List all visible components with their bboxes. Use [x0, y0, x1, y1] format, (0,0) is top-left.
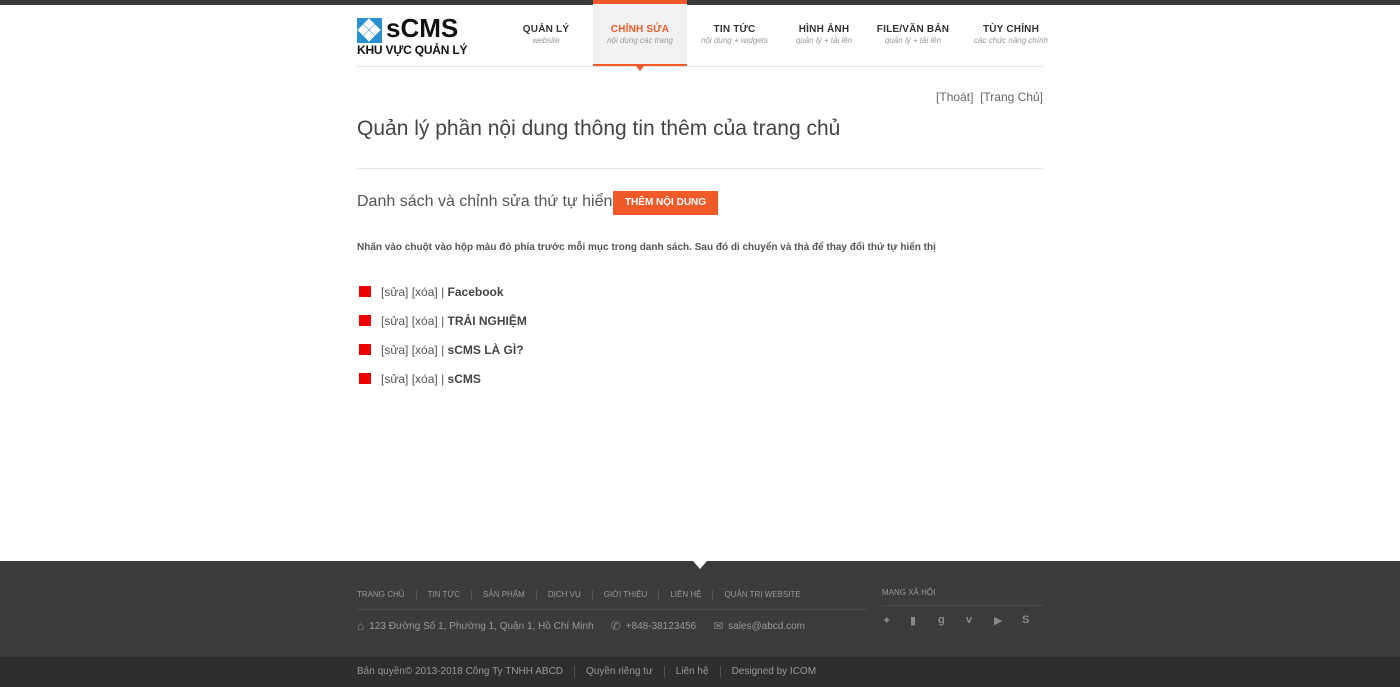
delete-link[interactable]: [xóa] [412, 372, 438, 386]
item-name: sCMS [447, 372, 481, 386]
item-name: TRẢI NGHIỆM [447, 314, 527, 328]
copyright-text: Bản quyền© 2013-2018 Công Ty TNHH ABCD [357, 666, 564, 677]
footer-link-trang-chu[interactable]: TRANG CHỦ [357, 590, 416, 599]
mail-icon: ✉ [713, 619, 724, 633]
list-item: [sửa] [xóa] | TRẢI NGHIỆM [357, 312, 527, 341]
social-divider [882, 605, 1043, 606]
home-link[interactable]: [Trang Chủ] [980, 90, 1043, 104]
divider [357, 168, 1043, 169]
copyright-bar: Bản quyền© 2013-2018 Công Ty TNHH ABCD Q… [357, 666, 827, 677]
privacy-link[interactable]: Quyền riêng tư [574, 666, 664, 677]
footer-nav: TRANG CHỦ TIN TỨC SẢN PHẨM DỊCH VỤ GIỚI … [357, 590, 812, 599]
separator: | [441, 285, 445, 299]
separator: | [441, 314, 445, 328]
home-icon: ⌂ [357, 619, 365, 633]
footer-link-san-pham[interactable]: SẢN PHẨM [471, 590, 536, 599]
footer-link-tin-tuc[interactable]: TIN TỨC [415, 590, 471, 599]
delete-link[interactable]: [xóa] [412, 343, 438, 357]
instruction-text: Nhấn vào chuột vào hộp màu đỏ phía trước… [357, 242, 936, 253]
footer-link-gioi-thieu[interactable]: GIỚI THIỆU [591, 590, 659, 599]
logout-link[interactable]: [Thoát] [936, 90, 973, 104]
phone-text: +848-38123456 [625, 620, 697, 632]
footer-notch [693, 561, 707, 569]
section-title: Danh sách và chỉnh sửa thứ tự hiển thị [357, 193, 634, 210]
facebook-icon[interactable]: ▮ [910, 614, 938, 627]
twitter-icon[interactable]: ✦ [882, 614, 910, 627]
footer-divider [357, 609, 868, 610]
separator: | [441, 372, 445, 386]
drag-handle[interactable] [359, 373, 371, 384]
footer-link-dich-vu[interactable]: DỊCH VỤ [535, 590, 592, 599]
edit-link[interactable]: [sửa] [381, 314, 408, 328]
contact-link[interactable]: Liên hệ [663, 666, 720, 677]
item-name: sCMS LÀ GÌ? [447, 343, 524, 357]
main-content: [Thoát] [Trang Chủ] Quản lý phần nội dun… [357, 0, 1043, 560]
skype-icon[interactable]: S [1022, 614, 1050, 627]
google-plus-icon[interactable]: g [938, 614, 966, 627]
list-item: [sửa] [xóa] | sCMS LÀ GÌ? [357, 341, 527, 370]
social-icons: ✦ ▮ g v ▶ S [882, 614, 1050, 627]
footer-contact: ⌂ 123 Đường Số 1, Phường 1, Quận 1, Hồ C… [357, 619, 822, 633]
email-text[interactable]: sales@abcd.com [728, 621, 805, 632]
address-text: 123 Đường Số 1, Phường 1, Quận 1, Hồ Chí… [369, 620, 594, 632]
social-title: MẠNG XÃ HỘI [882, 588, 936, 597]
add-content-button[interactable]: THÊM NỘI DUNG [613, 191, 718, 215]
content-list: [sửa] [xóa] | Facebook [sửa] [xóa] | TRẢ… [357, 283, 527, 399]
phone-icon: ✆ [610, 619, 621, 633]
footer-link-quan-tri[interactable]: QUẢN TRỊ WEBSITE [712, 590, 811, 599]
edit-link[interactable]: [sửa] [381, 372, 408, 386]
list-item: [sửa] [xóa] | Facebook [357, 283, 527, 312]
designed-by-link[interactable]: Designed by ICOM [719, 666, 827, 677]
edit-link[interactable]: [sửa] [381, 343, 408, 357]
delete-link[interactable]: [xóa] [412, 285, 438, 299]
page-title: Quản lý phần nội dung thông tin thêm của… [357, 117, 841, 140]
drag-handle[interactable] [359, 315, 371, 326]
item-name: Facebook [447, 285, 504, 299]
edit-link[interactable]: [sửa] [381, 285, 408, 299]
vimeo-icon[interactable]: v [966, 614, 994, 627]
delete-link[interactable]: [xóa] [412, 314, 438, 328]
top-links: [Thoát] [Trang Chủ] [936, 90, 1043, 104]
separator: | [441, 343, 445, 357]
list-item: [sửa] [xóa] | sCMS [357, 370, 527, 399]
youtube-icon[interactable]: ▶ [994, 614, 1022, 627]
drag-handle[interactable] [359, 286, 371, 297]
footer-link-lien-he[interactable]: LIÊN HỆ [658, 590, 712, 599]
drag-handle[interactable] [359, 344, 371, 355]
